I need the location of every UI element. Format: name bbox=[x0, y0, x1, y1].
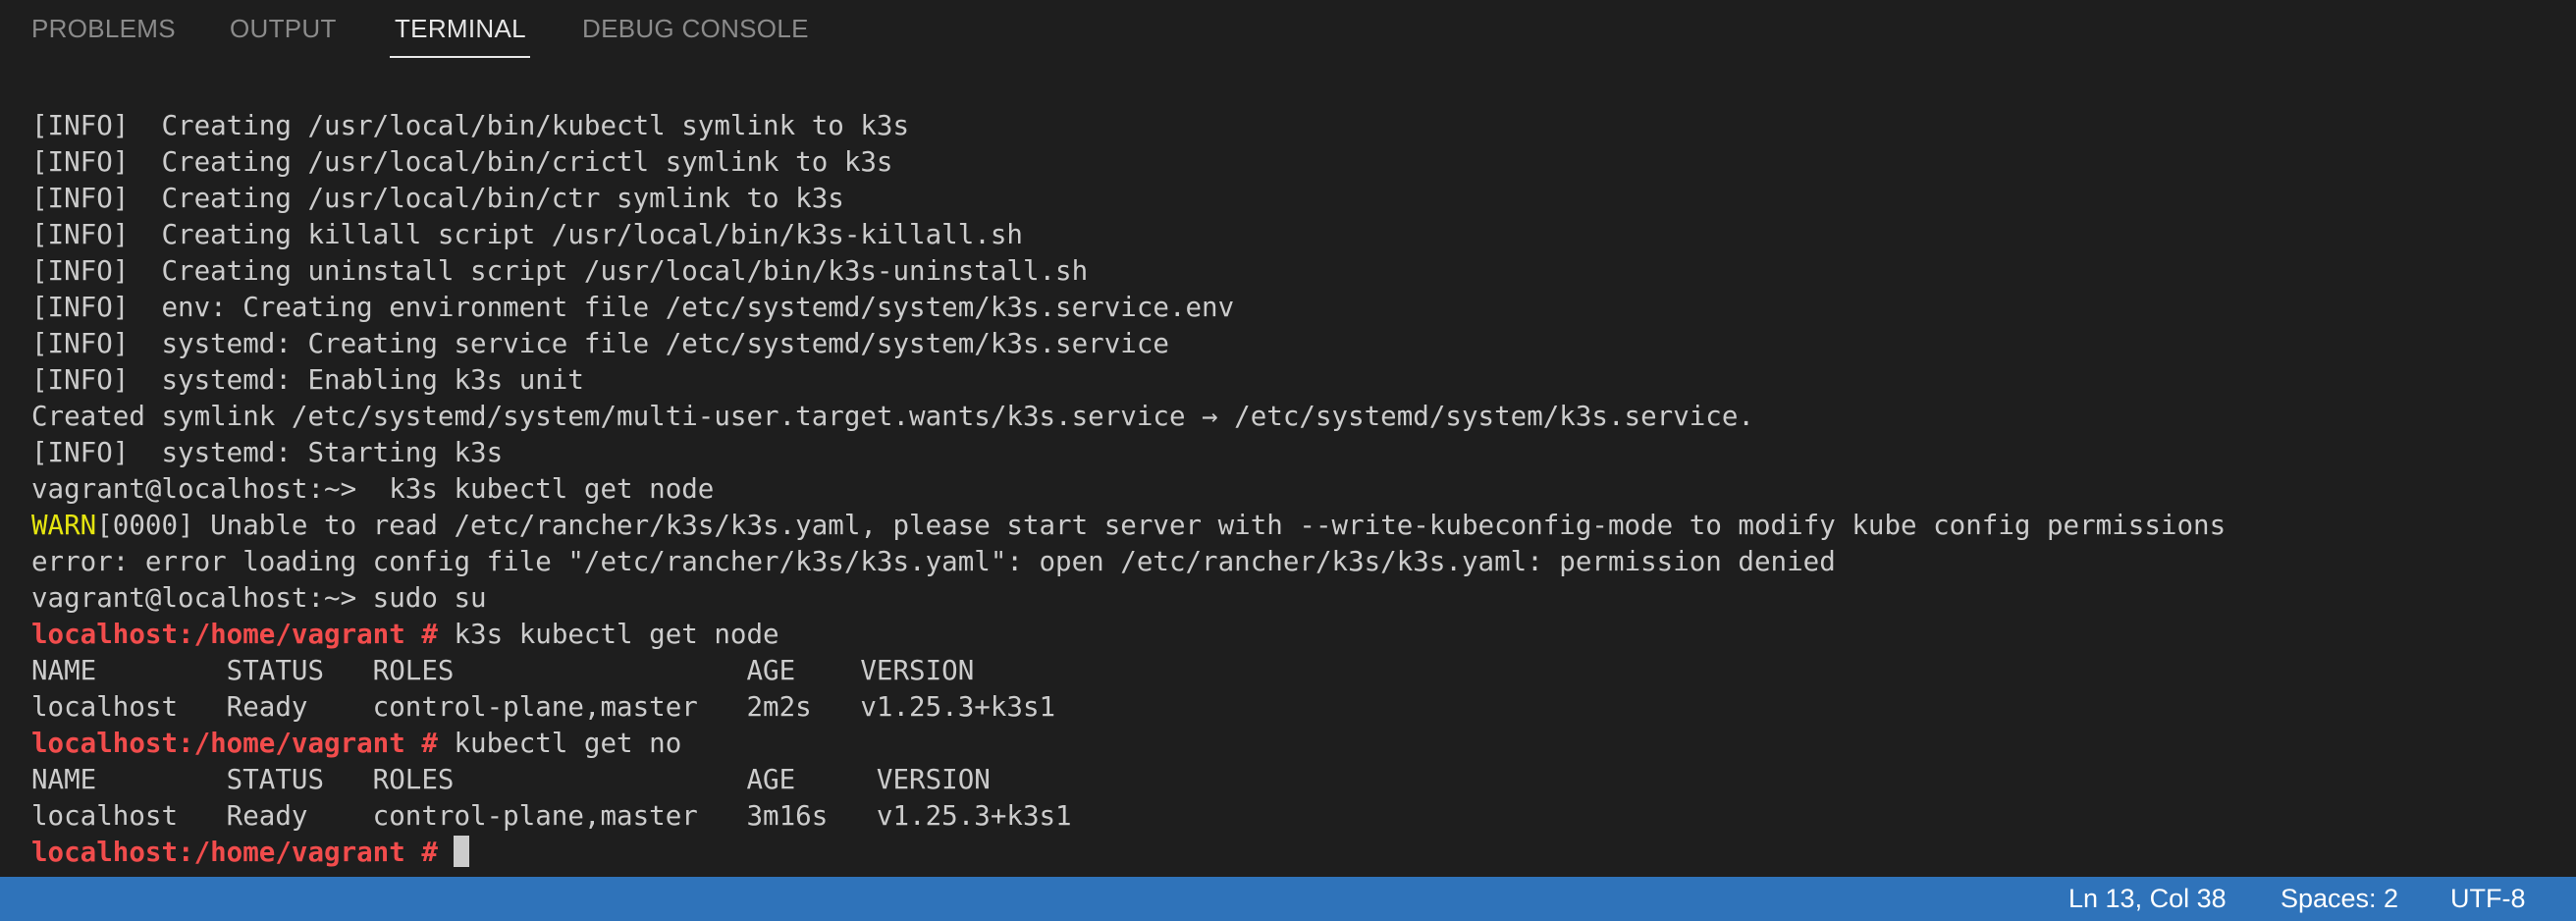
shell-prompt: localhost:/home/vagrant # bbox=[31, 619, 438, 650]
terminal-input-line[interactable]: localhost:/home/vagrant # bbox=[31, 835, 470, 871]
terminal-line: localhost Ready control-plane,master 2m2… bbox=[31, 691, 1056, 723]
status-bar: Ln 13, Col 38 Spaces: 2 UTF-8 bbox=[0, 877, 2576, 921]
terminal-line: vagrant@localhost:~> k3s kubectl get nod… bbox=[31, 473, 715, 505]
terminal-line: [INFO] systemd: Enabling k3s unit bbox=[31, 364, 584, 396]
terminal-line: WARN[0000] Unable to read /etc/rancher/k… bbox=[31, 510, 2227, 541]
terminal-line: [INFO] Creating /usr/local/bin/ctr symli… bbox=[31, 183, 844, 214]
shell-prompt: localhost:/home/vagrant # bbox=[31, 728, 438, 759]
tab-debug-console[interactable]: DEBUG CONSOLE bbox=[582, 0, 809, 59]
tab-output[interactable]: OUTPUT bbox=[230, 0, 337, 59]
cursor-position-indicator[interactable]: Ln 13, Col 38 bbox=[2068, 877, 2227, 921]
indentation-indicator[interactable]: Spaces: 2 bbox=[2281, 877, 2398, 921]
encoding-indicator[interactable]: UTF-8 bbox=[2450, 877, 2526, 921]
terminal-line: [INFO] systemd: Creating service file /e… bbox=[31, 328, 1169, 359]
terminal-line: localhost:/home/vagrant # k3s kubectl ge… bbox=[31, 619, 779, 650]
terminal-line: [INFO] env: Creating environment file /e… bbox=[31, 292, 1235, 323]
tab-terminal[interactable]: TERMINAL bbox=[395, 0, 526, 59]
terminal-line: [INFO] Creating /usr/local/bin/crictl sy… bbox=[31, 146, 893, 178]
terminal-line: error: error loading config file "/etc/r… bbox=[31, 546, 1836, 577]
terminal-line: [INFO] Creating killall script /usr/loca… bbox=[31, 219, 1023, 250]
terminal-line: [INFO] systemd: Starting k3s bbox=[31, 437, 504, 468]
panel-tab-bar: PROBLEMS OUTPUT TERMINAL DEBUG CONSOLE bbox=[0, 0, 2576, 61]
terminal-output[interactable]: [INFO] Creating /usr/local/bin/kubectl s… bbox=[0, 61, 2576, 876]
active-tab-indicator bbox=[390, 56, 530, 58]
terminal-line: NAME STATUS ROLES AGE VERSION bbox=[31, 655, 975, 686]
warn-label: WARN bbox=[31, 510, 97, 541]
terminal-line: NAME STATUS ROLES AGE VERSION bbox=[31, 764, 991, 795]
terminal-cursor bbox=[454, 836, 470, 867]
shell-prompt: localhost:/home/vagrant # bbox=[31, 837, 438, 868]
terminal-line: localhost Ready control-plane,master 3m1… bbox=[31, 800, 1072, 832]
terminal-line: localhost:/home/vagrant # kubectl get no bbox=[31, 728, 682, 759]
terminal-line: [INFO] Creating uninstall script /usr/lo… bbox=[31, 255, 1089, 287]
terminal-line: Created symlink /etc/systemd/system/mult… bbox=[31, 401, 1754, 432]
tab-problems[interactable]: PROBLEMS bbox=[31, 0, 176, 59]
terminal-line: [INFO] Creating /usr/local/bin/kubectl s… bbox=[31, 110, 910, 141]
terminal-line: vagrant@localhost:~> sudo su bbox=[31, 582, 487, 614]
